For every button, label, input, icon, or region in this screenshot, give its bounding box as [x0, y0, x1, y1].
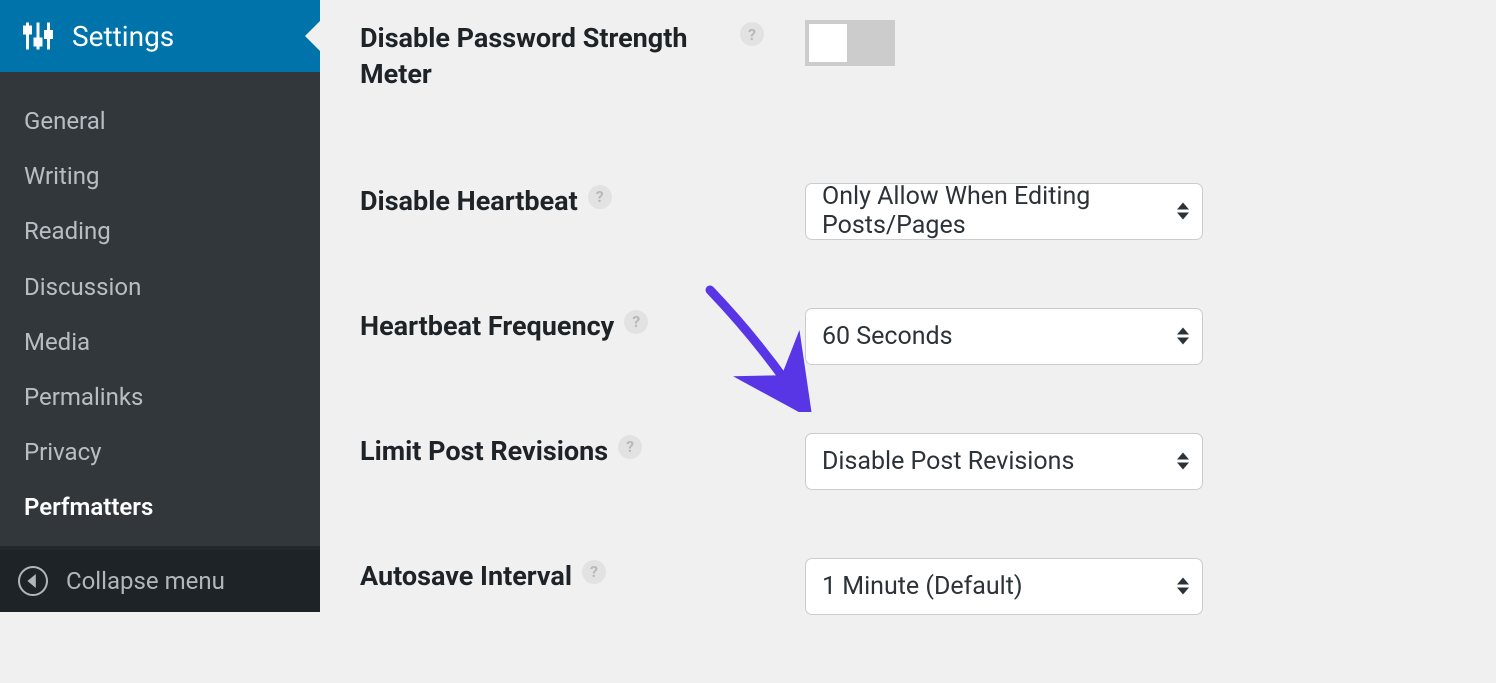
settings-content: Disable Password Strength Meter ? Disabl…: [360, 0, 1496, 683]
select-wrap: Disable Post Revisions: [805, 433, 1203, 490]
help-icon[interactable]: ?: [618, 435, 642, 459]
help-icon[interactable]: ?: [740, 22, 764, 46]
setting-label: Limit Post Revisions: [360, 433, 608, 469]
setting-label: Autosave Interval: [360, 558, 572, 594]
toggle-handle: [809, 24, 847, 62]
row-disable-password-strength: Disable Password Strength Meter ?: [360, 20, 1496, 93]
select-wrap: 1 Minute (Default): [805, 558, 1203, 615]
collapse-menu-button[interactable]: Collapse menu: [0, 550, 320, 612]
sidebar-item-reading[interactable]: Reading: [0, 204, 320, 259]
label-wrap: Autosave Interval ?: [360, 558, 805, 594]
label-wrap: Disable Heartbeat ?: [360, 183, 805, 219]
select-heartbeat-frequency[interactable]: 60 Seconds: [805, 308, 1203, 365]
collapse-label: Collapse menu: [66, 567, 225, 595]
sidebar-item-general[interactable]: General: [0, 94, 320, 149]
label-wrap: Heartbeat Frequency ?: [360, 308, 805, 344]
row-heartbeat-frequency: Heartbeat Frequency ? 60 Seconds: [360, 308, 1496, 365]
select-wrap: 60 Seconds: [805, 308, 1203, 365]
sidebar-item-privacy[interactable]: Privacy: [0, 425, 320, 480]
select-limit-post-revisions[interactable]: Disable Post Revisions: [805, 433, 1203, 490]
row-disable-heartbeat: Disable Heartbeat ? Only Allow When Edit…: [360, 183, 1496, 240]
setting-label: Heartbeat Frequency: [360, 308, 614, 344]
help-icon[interactable]: ?: [588, 185, 612, 209]
admin-sidebar: Settings General Writing Reading Discuss…: [0, 0, 320, 612]
select-disable-heartbeat[interactable]: Only Allow When Editing Posts/Pages: [805, 183, 1203, 240]
label-wrap: Limit Post Revisions ?: [360, 433, 805, 469]
sidebar-item-perfmatters[interactable]: Perfmatters: [0, 480, 320, 535]
sidebar-item-permalinks[interactable]: Permalinks: [0, 370, 320, 425]
sidebar-active-label: Settings: [72, 20, 174, 53]
select-autosave-interval[interactable]: 1 Minute (Default): [805, 558, 1203, 615]
sidebar-item-settings[interactable]: Settings: [0, 0, 320, 72]
collapse-icon: [18, 566, 48, 596]
row-autosave-interval: Autosave Interval ? 1 Minute (Default): [360, 558, 1496, 615]
help-icon[interactable]: ?: [582, 560, 606, 584]
toggle-disable-password-strength[interactable]: [805, 20, 895, 66]
row-limit-post-revisions: Limit Post Revisions ? Disable Post Revi…: [360, 433, 1496, 490]
setting-label: Disable Password Strength Meter: [360, 20, 730, 93]
label-wrap: Disable Password Strength Meter ?: [360, 20, 805, 93]
sidebar-item-media[interactable]: Media: [0, 315, 320, 370]
help-icon[interactable]: ?: [624, 310, 648, 334]
setting-label: Disable Heartbeat: [360, 183, 578, 219]
sidebar-submenu: General Writing Reading Discussion Media…: [0, 72, 320, 546]
select-wrap: Only Allow When Editing Posts/Pages: [805, 183, 1203, 240]
sliders-icon: [20, 18, 56, 54]
sidebar-item-writing[interactable]: Writing: [0, 149, 320, 204]
sidebar-item-discussion[interactable]: Discussion: [0, 260, 320, 315]
